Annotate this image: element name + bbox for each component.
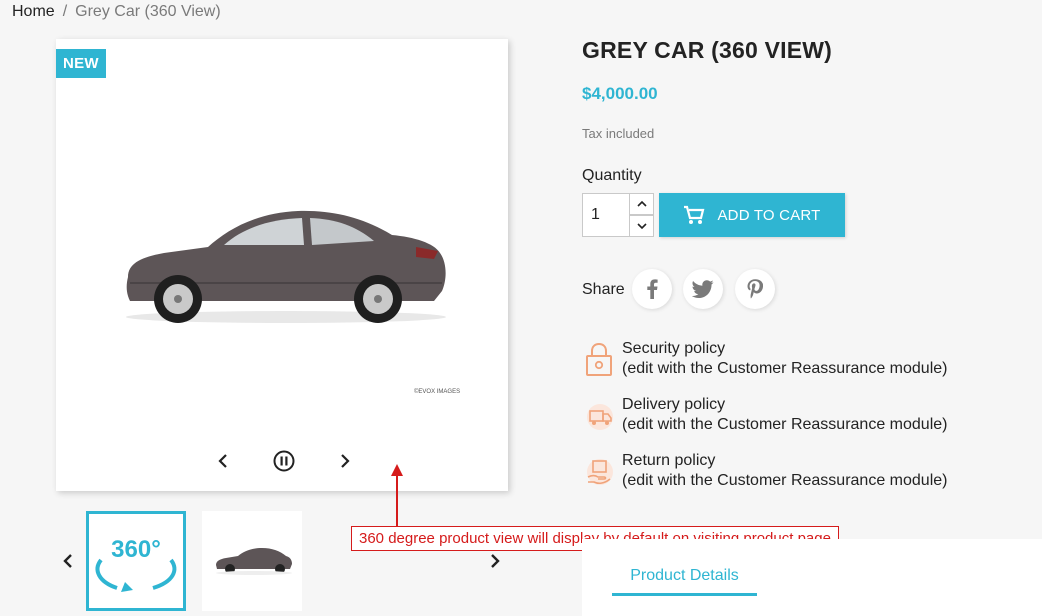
chevron-up-icon [636,200,647,207]
breadcrumb-home-link[interactable]: Home [12,3,55,20]
twitter-icon [692,280,714,298]
delivery-policy-subtitle: (edit with the Customer Reassurance modu… [622,416,948,433]
share-pinterest-button[interactable] [735,269,775,309]
thumbnail-360-view[interactable]: 360° [86,511,186,611]
delivery-policy-title: Delivery policy [622,396,726,413]
cover-next-button[interactable] [333,449,357,473]
chevron-down-icon [636,223,647,230]
return-box-icon [587,459,613,485]
cart-icon [684,205,705,224]
pause-icon [273,450,295,472]
cover-pause-button[interactable] [272,449,296,473]
chevron-left-icon [63,554,72,568]
image-watermark: ©EVOX IMAGES [414,389,461,395]
return-policy-title: Return policy [622,452,716,469]
car-image [126,210,446,323]
car-thumbnail-image [216,548,292,575]
thumbnail-360-label: 360° [111,536,161,563]
share-facebook-button[interactable] [632,269,672,309]
annotation-line [396,468,398,526]
tax-note: Tax included [582,126,655,141]
product-details-panel: Product Details [582,539,1042,616]
product-cover-image[interactable]: NEW ©EVOX IMAGES [56,39,508,491]
facebook-icon [647,279,658,299]
add-to-cart-button[interactable]: ADD TO CART [659,193,845,237]
quantity-label: Quantity [582,167,642,184]
lock-icon [586,342,612,376]
share-label: Share [582,281,625,298]
chevron-right-icon [491,554,500,568]
quantity-decrease-button[interactable] [630,215,654,237]
product-price: $4,000.00 [582,84,658,103]
share-twitter-button[interactable] [683,269,723,309]
return-policy-text: Return policy (edit with the Customer Re… [622,451,947,491]
delivery-policy-text: Delivery policy (edit with the Customer … [622,395,947,435]
pinterest-icon [747,279,763,299]
add-to-cart-label: ADD TO CART [717,206,821,224]
breadcrumb-current: Grey Car (360 View) [75,3,221,20]
thumbnail-car-image[interactable] [202,511,302,611]
thumbnails-next-button[interactable] [485,548,505,574]
cover-prev-button[interactable] [211,449,235,473]
chevron-right-icon [341,454,350,468]
breadcrumb: Home / Grey Car (360 View) [12,3,221,21]
thumbnails-prev-button[interactable] [58,548,78,574]
security-policy-text: Security policy (edit with the Customer … [622,339,947,379]
product-title: GREY CAR (360 VIEW) [582,37,833,63]
tab-product-details[interactable]: Product Details [612,567,757,596]
security-policy-subtitle: (edit with the Customer Reassurance modu… [622,360,948,377]
security-policy-title: Security policy [622,340,726,357]
quantity-increase-button[interactable] [630,193,654,215]
breadcrumb-separator: / [62,3,68,20]
new-badge: NEW [56,49,106,78]
chevron-left-icon [218,454,227,468]
return-policy-subtitle: (edit with the Customer Reassurance modu… [622,472,948,489]
quantity-input[interactable] [582,193,630,237]
truck-icon [587,404,613,430]
